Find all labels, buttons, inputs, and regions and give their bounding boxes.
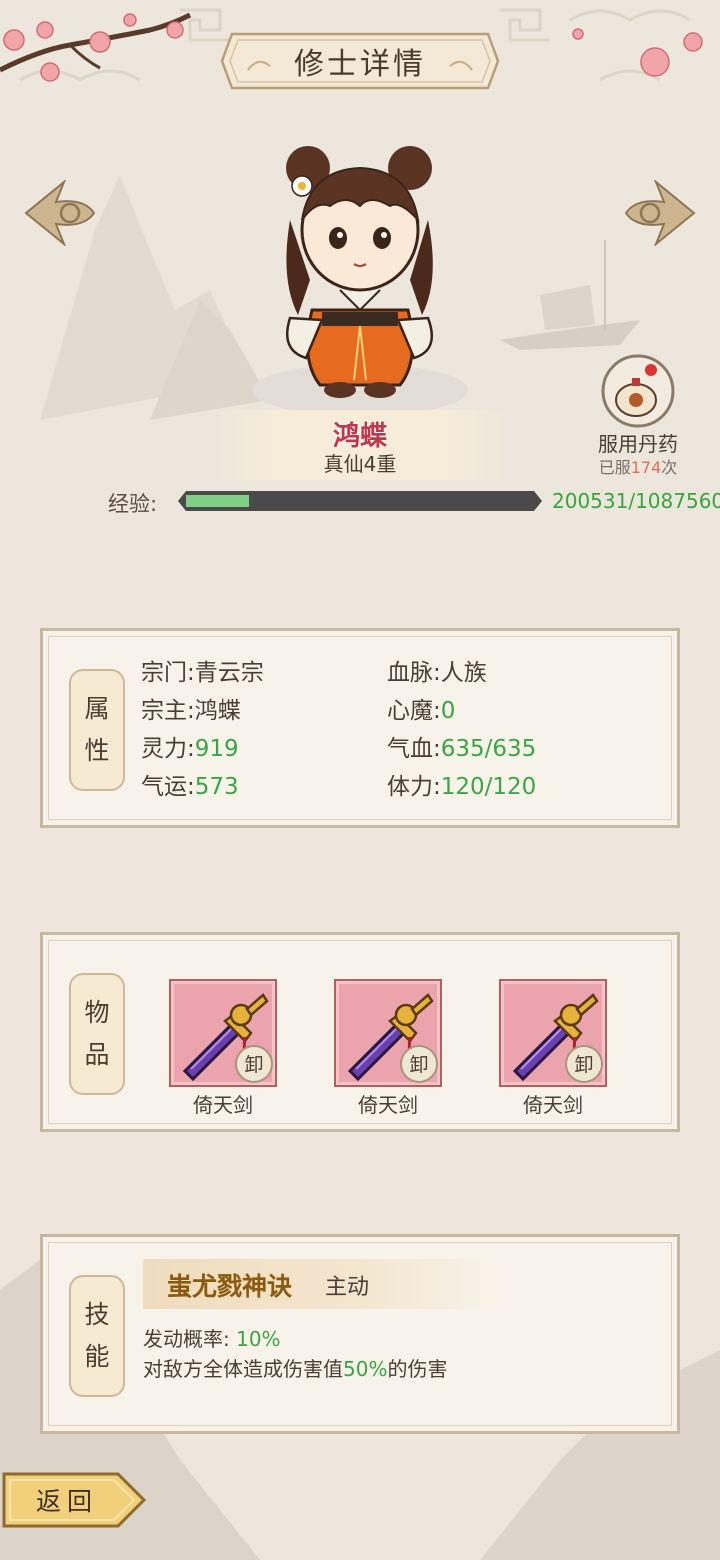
- skill-tag-char-2: 能: [84, 1342, 110, 1371]
- skill-chance: 发动概率: 10%: [143, 1327, 281, 1351]
- items-tag-char-1: 物: [84, 998, 110, 1027]
- unequip-button[interactable]: 卸: [235, 1045, 273, 1083]
- skill-tag-char-1: 技: [84, 1300, 110, 1329]
- attr-spirit: 灵力:919: [141, 736, 239, 762]
- pill-count-suffix: 次: [661, 458, 678, 477]
- attributes-tag-char-1: 属: [84, 694, 110, 723]
- experience-label: 经验:: [108, 492, 158, 516]
- items-tag: 物 品: [69, 973, 125, 1095]
- arrow-right-icon: [624, 178, 696, 248]
- skill-panel: 技 能 蚩尤戮神诀 主动 发动概率: 10% 对敌方全体造成伤害值50%的伤害: [40, 1234, 680, 1434]
- attr-stamina: 体力:120/120: [387, 774, 537, 800]
- take-pill-button[interactable]: 服用丹药 已服174次: [596, 354, 680, 477]
- skill-name: 蚩尤戮神诀: [167, 1272, 293, 1301]
- attr-luck: 气运:573: [141, 774, 239, 800]
- item-slot-3[interactable]: 卸 倚天剑: [499, 979, 611, 1118]
- item-slot-1[interactable]: 卸 倚天剑: [169, 979, 281, 1118]
- back-label: 返回: [36, 1487, 99, 1516]
- item-slot-2[interactable]: 卸 倚天剑: [334, 979, 446, 1118]
- take-pill-label: 服用丹药: [598, 432, 678, 456]
- page-title: 修士详情: [294, 47, 426, 82]
- attributes-tag-char-2: 性: [84, 736, 110, 765]
- pill-count-prefix: 已服: [598, 458, 631, 477]
- next-character-button[interactable]: [624, 178, 696, 248]
- pill-gourd-icon: [601, 354, 675, 428]
- back-button[interactable]: 返回: [0, 1470, 150, 1530]
- pill-count-line: 已服174次: [586, 454, 690, 478]
- previous-character-button[interactable]: [24, 178, 96, 248]
- attr-sect: 宗门:青云宗: [141, 660, 264, 686]
- item-frame: 卸: [169, 979, 277, 1087]
- arrow-left-icon: [24, 178, 96, 248]
- skill-type: 主动: [325, 1275, 370, 1300]
- pill-count: 174: [630, 458, 662, 477]
- character-portrait: [252, 146, 468, 416]
- character-name-banner: 鸿蝶 真仙4重: [200, 410, 520, 480]
- item-name: 倚天剑: [523, 1093, 583, 1117]
- skill-header: 蚩尤戮神诀 主动: [143, 1259, 503, 1309]
- attributes-panel: 属 性 宗门:青云宗 血脉:人族 宗主:鸿蝶 心魔:0 灵力:919 气血:63…: [40, 628, 680, 828]
- items-tag-char-2: 品: [84, 1040, 110, 1069]
- experience-bar: [178, 491, 542, 511]
- item-frame: 卸: [499, 979, 607, 1087]
- experience-row: 经验: 200531/1087560: [108, 486, 720, 516]
- item-name: 倚天剑: [358, 1093, 418, 1117]
- skill-description: 对敌方全体造成伤害值50%的伤害: [143, 1357, 448, 1381]
- attr-hp: 气血:635/635: [387, 736, 537, 762]
- items-panel: 物 品 卸 倚天剑 卸 倚天剑 卸 倚天剑: [40, 932, 680, 1132]
- character-realm: 真仙4重: [323, 452, 397, 476]
- attr-demon: 心魔:0: [387, 698, 456, 724]
- attributes-tag: 属 性: [69, 669, 125, 791]
- unequip-button[interactable]: 卸: [565, 1045, 603, 1083]
- skill-tag: 技 能: [69, 1275, 125, 1397]
- page-title-plaque: 修士详情: [218, 30, 502, 92]
- attr-bloodline: 血脉:人族: [387, 660, 487, 686]
- unequip-button[interactable]: 卸: [400, 1045, 438, 1083]
- item-frame: 卸: [334, 979, 442, 1087]
- attr-leader: 宗主:鸿蝶: [141, 698, 241, 724]
- experience-value: 200531/1087560: [552, 489, 720, 513]
- item-name: 倚天剑: [193, 1093, 253, 1117]
- experience-bar-fill: [186, 495, 249, 507]
